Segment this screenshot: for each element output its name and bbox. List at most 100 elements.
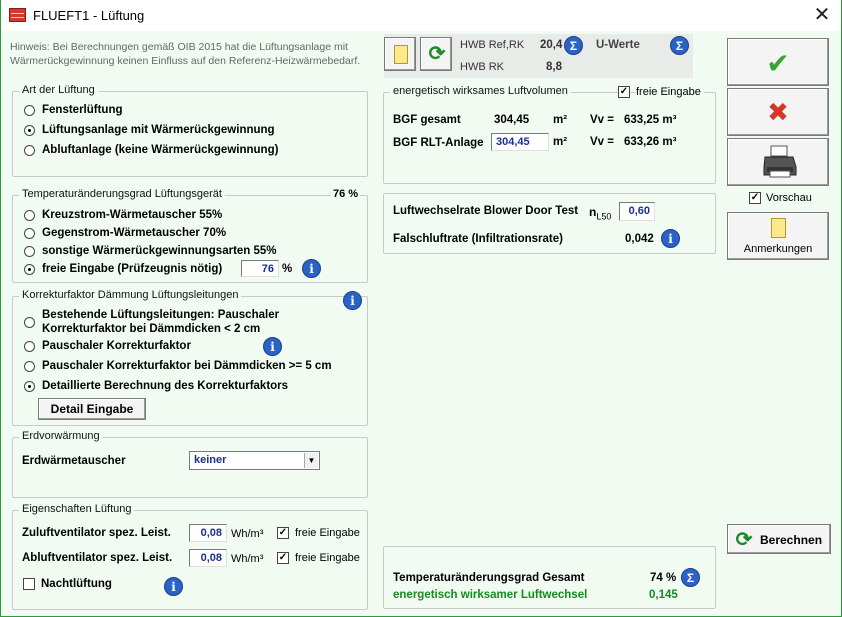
bgf-rlt-label: BGF RLT-Anlage xyxy=(393,137,484,149)
close-button[interactable]: ✕ xyxy=(807,3,837,27)
zuluft-input[interactable]: 0,08 xyxy=(189,524,227,542)
print-button[interactable] xyxy=(727,138,829,186)
vorschau-label: Vorschau xyxy=(766,192,812,204)
cancel-button[interactable]: ✖ xyxy=(727,88,829,136)
erdwaermetauscher-select[interactable]: keiner ▼ xyxy=(189,451,320,470)
volumen-free-checkbox[interactable] xyxy=(618,86,630,98)
window: FLUEFT1 - Lüftung ✕ Hinweis: Bei Berechn… xyxy=(0,0,842,617)
korr-info-icon[interactable]: i xyxy=(343,291,362,310)
radio-circle xyxy=(24,246,35,257)
document-icon xyxy=(394,45,408,64)
result-toolbar: ⟳ HWB Ref,RK 20,4 Σ U-Werte Σ HWB RK 8,8 xyxy=(384,34,693,78)
temp-legend: Temperaturänderungsgrad Lüftungsgerät xyxy=(19,188,225,200)
refresh-button[interactable]: ⟳ xyxy=(420,37,452,71)
check-icon: ✔ xyxy=(766,48,790,79)
note-icon xyxy=(771,218,786,238)
temp-gesamt-sigma-icon[interactable]: Σ xyxy=(681,568,700,587)
radio-circle xyxy=(24,228,35,239)
select-value: keiner xyxy=(194,454,227,466)
hwb-rk-value: 8,8 xyxy=(546,61,562,73)
luftwechsel-label: energetisch wirksamer Luftwechsel xyxy=(393,589,588,601)
erd-legend: Erdvorwärmung xyxy=(19,430,103,442)
bgf-gesamt-value: 304,45 xyxy=(494,114,530,126)
bgf-gesamt-label: BGF gesamt xyxy=(393,114,461,126)
nachtlueftung-label: Nachtlüftung xyxy=(41,578,112,590)
temp-info-icon[interactable]: i xyxy=(302,259,321,278)
ok-button[interactable]: ✔ xyxy=(727,38,829,86)
nachtlueftung-checkbox[interactable] xyxy=(23,578,35,590)
vv-label-1: Vv = xyxy=(590,114,614,126)
u-werte-sigma-icon[interactable]: Σ xyxy=(670,36,689,55)
title-bar: FLUEFT1 - Lüftung ✕ xyxy=(1,0,841,31)
hwb-ref-sigma-icon[interactable]: Σ xyxy=(564,36,583,55)
korr-legend: Korrekturfaktor Dämmung Lüftungsleitunge… xyxy=(19,289,242,301)
refresh-icon: ⟳ xyxy=(428,43,446,65)
printer-icon xyxy=(763,145,797,178)
anmerkungen-label: Anmerkungen xyxy=(743,243,813,255)
bgf-rlt-unit: m² xyxy=(553,136,568,148)
radio-circle xyxy=(24,145,35,156)
vv-value-2: 633,26 m³ xyxy=(624,136,677,148)
n50-input[interactable]: 0,60 xyxy=(619,202,655,221)
radio-circle-selected xyxy=(24,381,35,392)
radio-circle xyxy=(24,361,35,372)
temp-gesamt-label: Temperaturänderungsgrad Gesamt xyxy=(393,572,585,584)
radio-circle-selected xyxy=(24,264,35,275)
blower-door-label: Luftwechselrate Blower Door Test xyxy=(393,205,579,217)
hint-text: Hinweis: Bei Berechnungen gemäß OIB 2015… xyxy=(10,41,361,67)
bgf-unit: m² xyxy=(553,114,568,126)
abluft-label: Abluftventilator spez. Leist. xyxy=(22,552,173,564)
volumen-legend: energetisch wirksames Luftvolumen xyxy=(390,85,571,97)
vv-value-1: 633,25 m³ xyxy=(624,114,677,126)
falschluft-info-icon[interactable]: i xyxy=(661,229,680,248)
eigenschaften-group: Eigenschaften Lüftung Zuluftventilator s… xyxy=(12,503,368,610)
cross-icon: ✖ xyxy=(767,97,789,127)
temp-unit: % xyxy=(282,263,293,275)
app-icon xyxy=(9,8,26,22)
falschluft-label: Falschluftrate (Infiltrationsrate) xyxy=(393,233,563,245)
berechnen-label: Berechnen xyxy=(760,533,823,547)
u-werte-label: U-Werte xyxy=(596,39,640,51)
art-legend: Art der Lüftung xyxy=(19,84,98,96)
temp-value-display: 76 % xyxy=(331,188,361,200)
hwb-ref-rk-value: 20,4 xyxy=(540,39,563,51)
temp-free-input[interactable]: 76 xyxy=(241,260,279,277)
berechnen-button[interactable]: ⟳ Berechnen xyxy=(727,524,831,554)
bgf-rlt-input[interactable]: 304,45 xyxy=(491,133,549,151)
temp-gesamt-value: 74 % xyxy=(650,572,677,584)
zuluft-free-label: freie Eingabe xyxy=(295,527,360,539)
radio-circle xyxy=(24,317,35,328)
hwb-rk-label: HWB RK xyxy=(460,61,504,73)
anmerkungen-button[interactable]: Anmerkungen xyxy=(727,212,829,260)
zuluft-label: Zuluftventilator spez. Leist. xyxy=(22,527,171,539)
falschluft-value: 0,042 xyxy=(625,233,654,245)
window-title: FLUEFT1 - Lüftung xyxy=(33,8,145,23)
volumen-free-label: freie Eingabe xyxy=(636,86,704,98)
abluft-free-checkbox[interactable] xyxy=(277,552,289,564)
blower-door-group: Luftwechselrate Blower Door Test nL50 0,… xyxy=(383,193,716,254)
refresh-icon: ⟳ xyxy=(735,529,753,551)
erdwaermetauscher-label: Erdwärmetauscher xyxy=(22,455,126,467)
detail-eingabe-button[interactable]: Detail Eingabe xyxy=(38,398,146,420)
luftvolumen-group: energetisch wirksames Luftvolumen freie … xyxy=(383,85,716,184)
temperaturaenderungsgrad-group: Temperaturänderungsgrad Lüftungsgerät 76… xyxy=(12,188,368,283)
abluft-input[interactable]: 0,08 xyxy=(189,549,227,567)
result-group: Temperaturänderungsgrad Gesamt 74 % Σ en… xyxy=(383,546,716,609)
art-der-lueftung-group: Art der Lüftung Fensterlüftung Lüftungsa… xyxy=(12,84,368,177)
radio-circle xyxy=(24,105,35,116)
vorschau-checkbox[interactable] xyxy=(749,192,761,204)
radio-circle xyxy=(24,210,35,221)
vv-label-2: Vv = xyxy=(590,136,614,148)
luftwechsel-value: 0,145 xyxy=(649,589,678,601)
nacht-info-icon[interactable]: i xyxy=(164,577,183,596)
eig-legend: Eigenschaften Lüftung xyxy=(19,503,135,515)
zuluft-unit: Wh/m³ xyxy=(231,528,264,540)
hwb-ref-rk-label: HWB Ref,RK xyxy=(460,39,525,51)
zuluft-free-checkbox[interactable] xyxy=(277,527,289,539)
radio-circle-selected xyxy=(24,125,35,136)
abluft-unit: Wh/m³ xyxy=(231,553,264,565)
pauschal-info-icon[interactable]: i xyxy=(263,337,282,356)
n-label: nL50 xyxy=(589,205,612,222)
radio-circle xyxy=(24,341,35,352)
document-button[interactable] xyxy=(384,37,416,71)
